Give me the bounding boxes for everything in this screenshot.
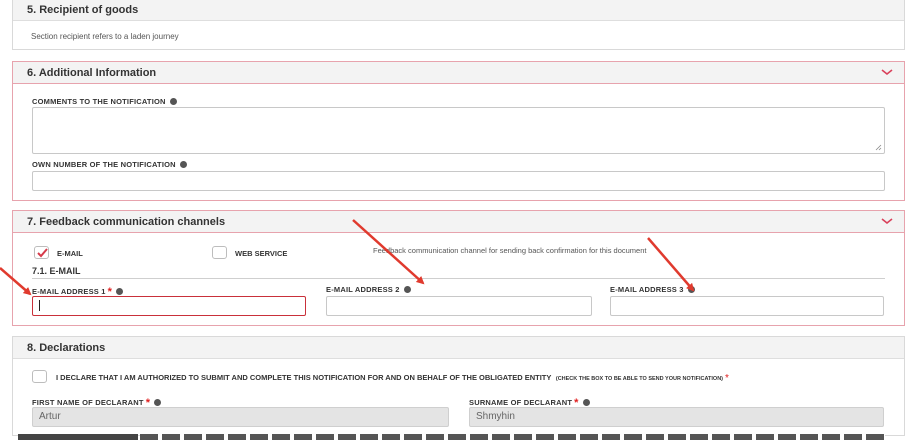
- chevron-down-icon[interactable]: [880, 215, 894, 227]
- comments-textarea[interactable]: [32, 107, 885, 154]
- web-service-option-label[interactable]: WEB SERVICE: [235, 249, 287, 258]
- text-cursor: [39, 299, 40, 311]
- declare-statement[interactable]: I DECLARE THAT I AM AUTHORIZED TO SUBMIT…: [56, 371, 891, 384]
- email-option-label[interactable]: E-MAIL: [57, 249, 83, 258]
- info-icon[interactable]: [169, 97, 177, 105]
- section-title-text: 7. Feedback communication channels: [27, 216, 226, 228]
- section-additional-information: 6. Additional Information COMMENTS TO TH…: [12, 61, 905, 201]
- email3-input[interactable]: [610, 296, 884, 316]
- info-icon[interactable]: [154, 398, 162, 406]
- section-title[interactable]: 7. Feedback communication channels: [13, 211, 904, 233]
- declare-hint: (CHECK THE BOX TO BE ABLE TO SEND YOUR N…: [555, 376, 724, 382]
- info-icon[interactable]: [116, 287, 124, 295]
- declare-checkbox[interactable]: [32, 370, 47, 383]
- info-icon[interactable]: [582, 398, 590, 406]
- info-icon[interactable]: [687, 285, 695, 293]
- surname-input: Shmyhin: [469, 407, 884, 427]
- email3-label: E-MAIL ADDRESS 3: [610, 285, 695, 294]
- checkmark-icon: [37, 248, 48, 258]
- declare-text: I DECLARE THAT I AM AUTHORIZED TO SUBMIT…: [56, 373, 552, 382]
- info-icon[interactable]: [403, 285, 411, 293]
- first-name-input: Artur: [32, 407, 449, 427]
- resize-handle-icon[interactable]: [875, 144, 882, 151]
- section-feedback-channels: 7. Feedback communication channels E-MAI…: [12, 210, 905, 326]
- email1-input[interactable]: [32, 296, 306, 316]
- comments-label: COMMENTS TO THE NOTIFICATION: [32, 97, 177, 106]
- section-declarations: 8. Declarations I DECLARE THAT I AM AUTH…: [12, 336, 905, 436]
- channel-note: Feedback communication channel for sendi…: [373, 246, 647, 255]
- section-recipient-of-goods: 5. Recipient of goods Section recipient …: [12, 0, 905, 50]
- info-icon[interactable]: [179, 160, 187, 168]
- email2-label: E-MAIL ADDRESS 2: [326, 285, 411, 294]
- section-title: 5. Recipient of goods: [13, 0, 904, 21]
- own-number-label: OWN NUMBER OF THE NOTIFICATION: [32, 160, 187, 169]
- subsection-title: 7.1. E-MAIL: [32, 266, 81, 276]
- email2-input[interactable]: [326, 296, 592, 316]
- subsection-divider: [32, 278, 885, 279]
- section-title[interactable]: 6. Additional Information: [13, 62, 904, 84]
- section-title: 8. Declarations: [13, 337, 904, 359]
- chevron-down-icon[interactable]: [880, 66, 894, 78]
- email-checkbox[interactable]: [34, 246, 49, 259]
- section-note: Section recipient refers to a laden jour…: [31, 32, 179, 41]
- own-number-input[interactable]: [32, 171, 885, 191]
- next-row-fragment: [0, 432, 907, 440]
- web-service-checkbox[interactable]: [212, 246, 227, 259]
- required-star-icon: *: [725, 373, 729, 384]
- section-title-text: 6. Additional Information: [27, 67, 157, 79]
